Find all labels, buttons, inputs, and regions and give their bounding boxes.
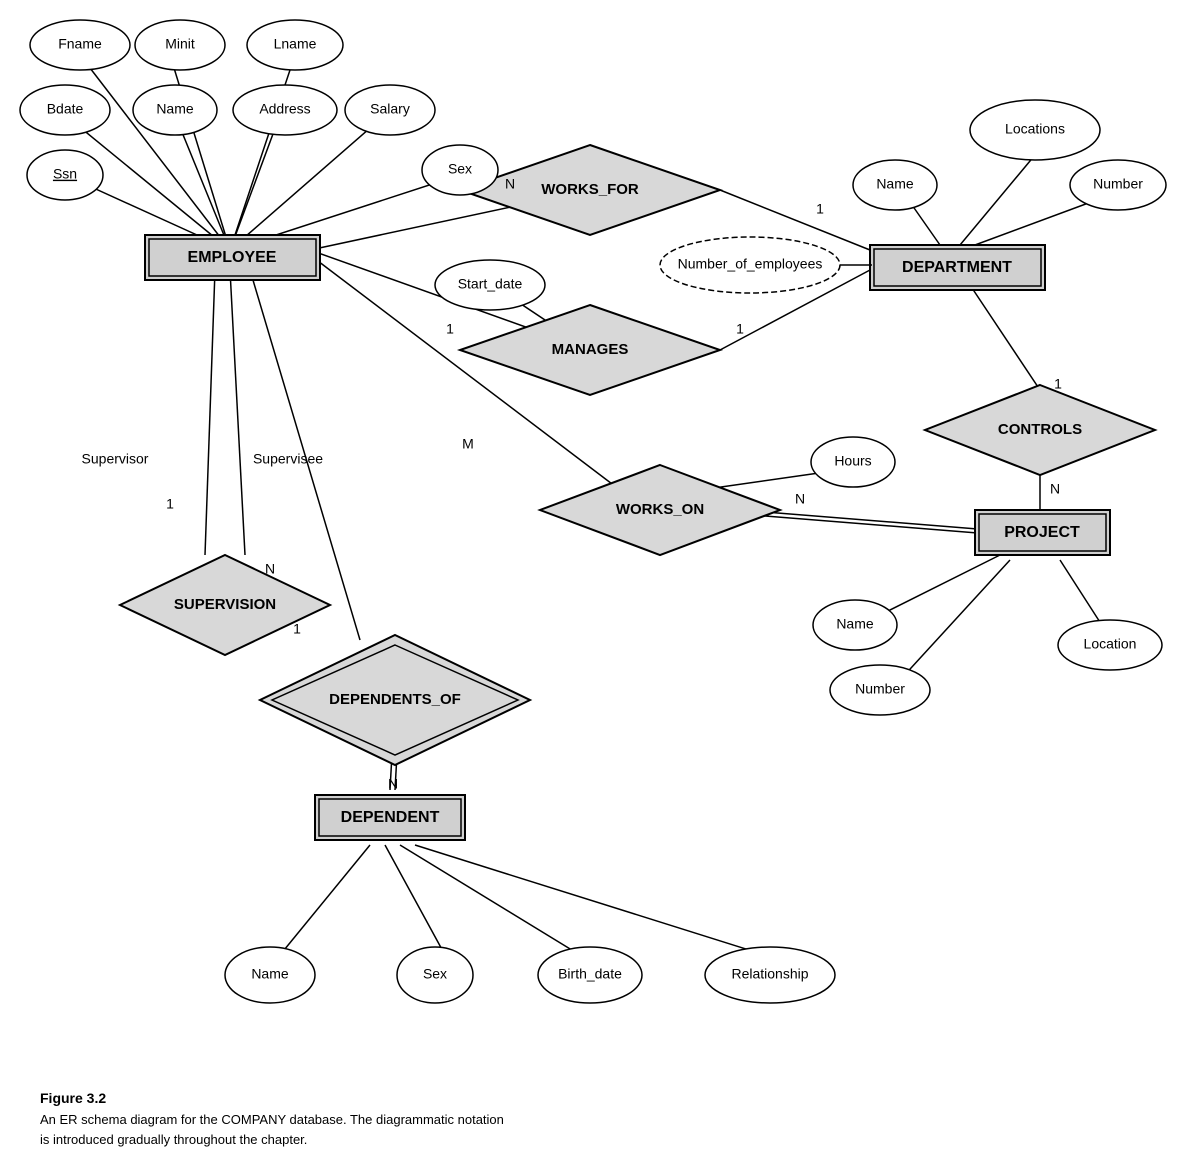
birth-date-text: Birth_date [558, 966, 622, 982]
dependents-of-1-label: 1 [293, 621, 301, 637]
supervision-n-label: N [265, 561, 275, 577]
proj-location-text: Location [1084, 636, 1137, 652]
works-on-label: WORKS_ON [616, 501, 704, 518]
ssn-text: Ssn [53, 166, 77, 182]
dept-name-text: Name [876, 176, 914, 192]
dependents-of-label: DEPENDENTS_OF [329, 691, 461, 708]
works-on-m-label: M [462, 436, 474, 452]
supervision-1-label: 1 [166, 496, 174, 512]
caption-line1: An ER schema diagram for the COMPANY dat… [40, 1110, 1160, 1130]
employee-label: EMPLOYEE [188, 249, 277, 266]
dependent-label: DEPENDENT [341, 809, 440, 826]
controls-1-label: 1 [1054, 376, 1062, 392]
fname-text: Fname [58, 36, 102, 52]
num-employees-text: Number_of_employees [678, 256, 823, 272]
hours-text: Hours [834, 453, 871, 469]
emp-sex-text: Sex [448, 161, 472, 177]
project-label: PROJECT [1004, 524, 1080, 541]
dept-number-text: Number [1093, 176, 1143, 192]
relationship-text: Relationship [731, 966, 808, 982]
supervision-label: SUPERVISION [174, 596, 276, 613]
proj-name-text: Name [836, 616, 874, 632]
manages-label: MANAGES [552, 341, 629, 358]
address-text: Address [259, 101, 310, 117]
controls-n-label: N [1050, 481, 1060, 497]
minit-text: Minit [165, 36, 195, 52]
manages-1emp-label: 1 [446, 321, 454, 337]
supervisor-label: Supervisor [82, 451, 149, 467]
controls-label: CONTROLS [998, 421, 1082, 438]
lname-text: Lname [274, 36, 317, 52]
works-for-label: WORKS_FOR [541, 181, 639, 198]
manages-1dept-label: 1 [736, 321, 744, 337]
works-on-n-label: N [795, 491, 805, 507]
proj-number-text: Number [855, 681, 905, 697]
works-for-n-label: N [505, 176, 515, 192]
figure-caption: Figure 3.2 An ER schema diagram for the … [20, 1080, 1180, 1159]
dep-name-text: Name [251, 966, 289, 982]
bdate-text: Bdate [47, 101, 84, 117]
supervisee-label: Supervisee [253, 451, 323, 467]
works-for-1-label: 1 [816, 201, 824, 217]
caption-line2: is introduced gradually throughout the c… [40, 1130, 1160, 1150]
dependents-of-n-label: N [388, 776, 398, 792]
locations-text: Locations [1005, 121, 1065, 137]
dep-sex-text: Sex [423, 966, 447, 982]
er-diagram-container: .entity-box { fill: #d0d0d0; stroke: bla… [0, 0, 1201, 1080]
salary-text: Salary [370, 101, 410, 117]
department-label: DEPARTMENT [902, 259, 1012, 276]
figure-title: Figure 3.2 [40, 1090, 1160, 1106]
start-date-text: Start_date [458, 276, 523, 292]
emp-name-text: Name [156, 101, 194, 117]
